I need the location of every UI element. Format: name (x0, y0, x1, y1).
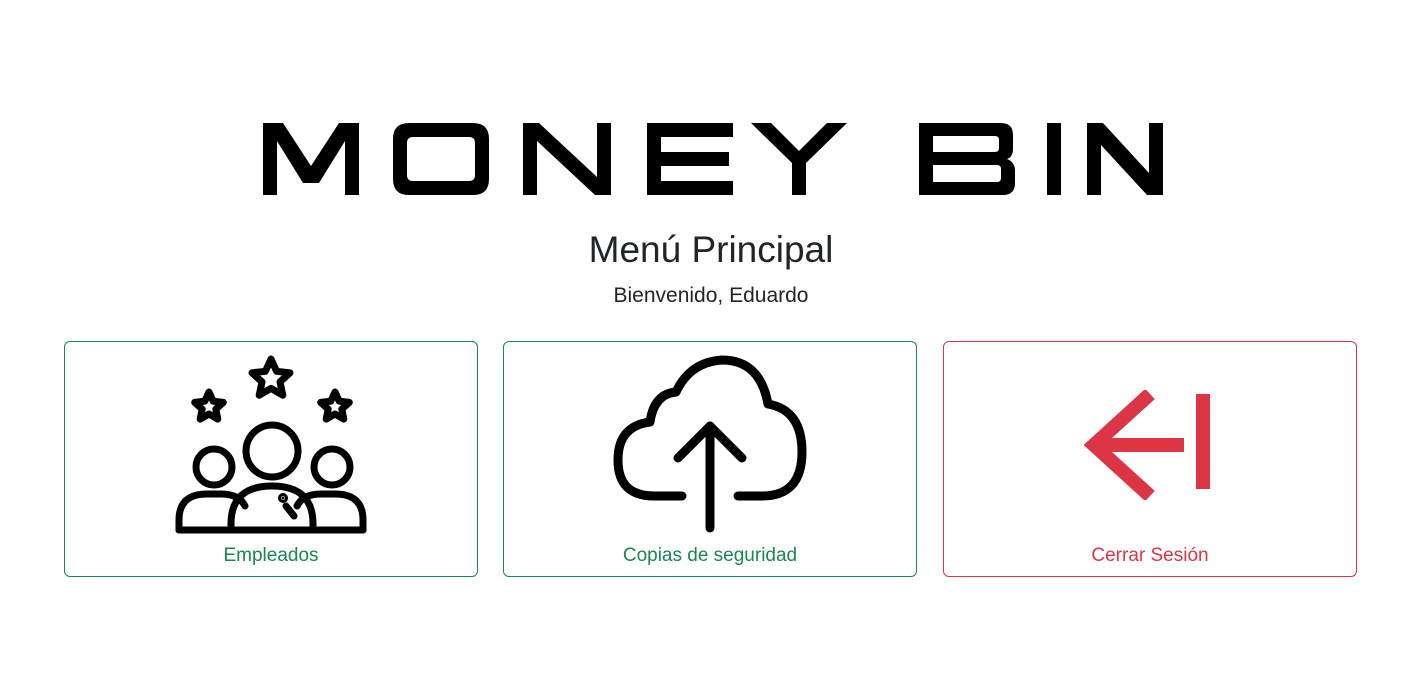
backups-button[interactable]: Copias de seguridad (503, 341, 917, 577)
employees-label: Empleados (223, 545, 319, 566)
logout-button[interactable]: Cerrar Sesión (943, 341, 1357, 577)
logout-arrow-icon (944, 354, 1356, 536)
employees-button[interactable]: Empleados (64, 341, 478, 577)
main-menu-page: Menú Principal Bienvenido, Eduardo Emple… (0, 0, 1422, 684)
backups-label: Copias de seguridad (622, 545, 798, 566)
welcome-message: Bienvenido, Eduardo (613, 284, 809, 307)
team-stars-icon (65, 354, 477, 536)
page-title: Menú Principal (588, 229, 834, 270)
cloud-upload-icon (504, 354, 916, 536)
money-bin-logo (261, 121, 1165, 197)
logout-label: Cerrar Sesión (1091, 545, 1209, 566)
